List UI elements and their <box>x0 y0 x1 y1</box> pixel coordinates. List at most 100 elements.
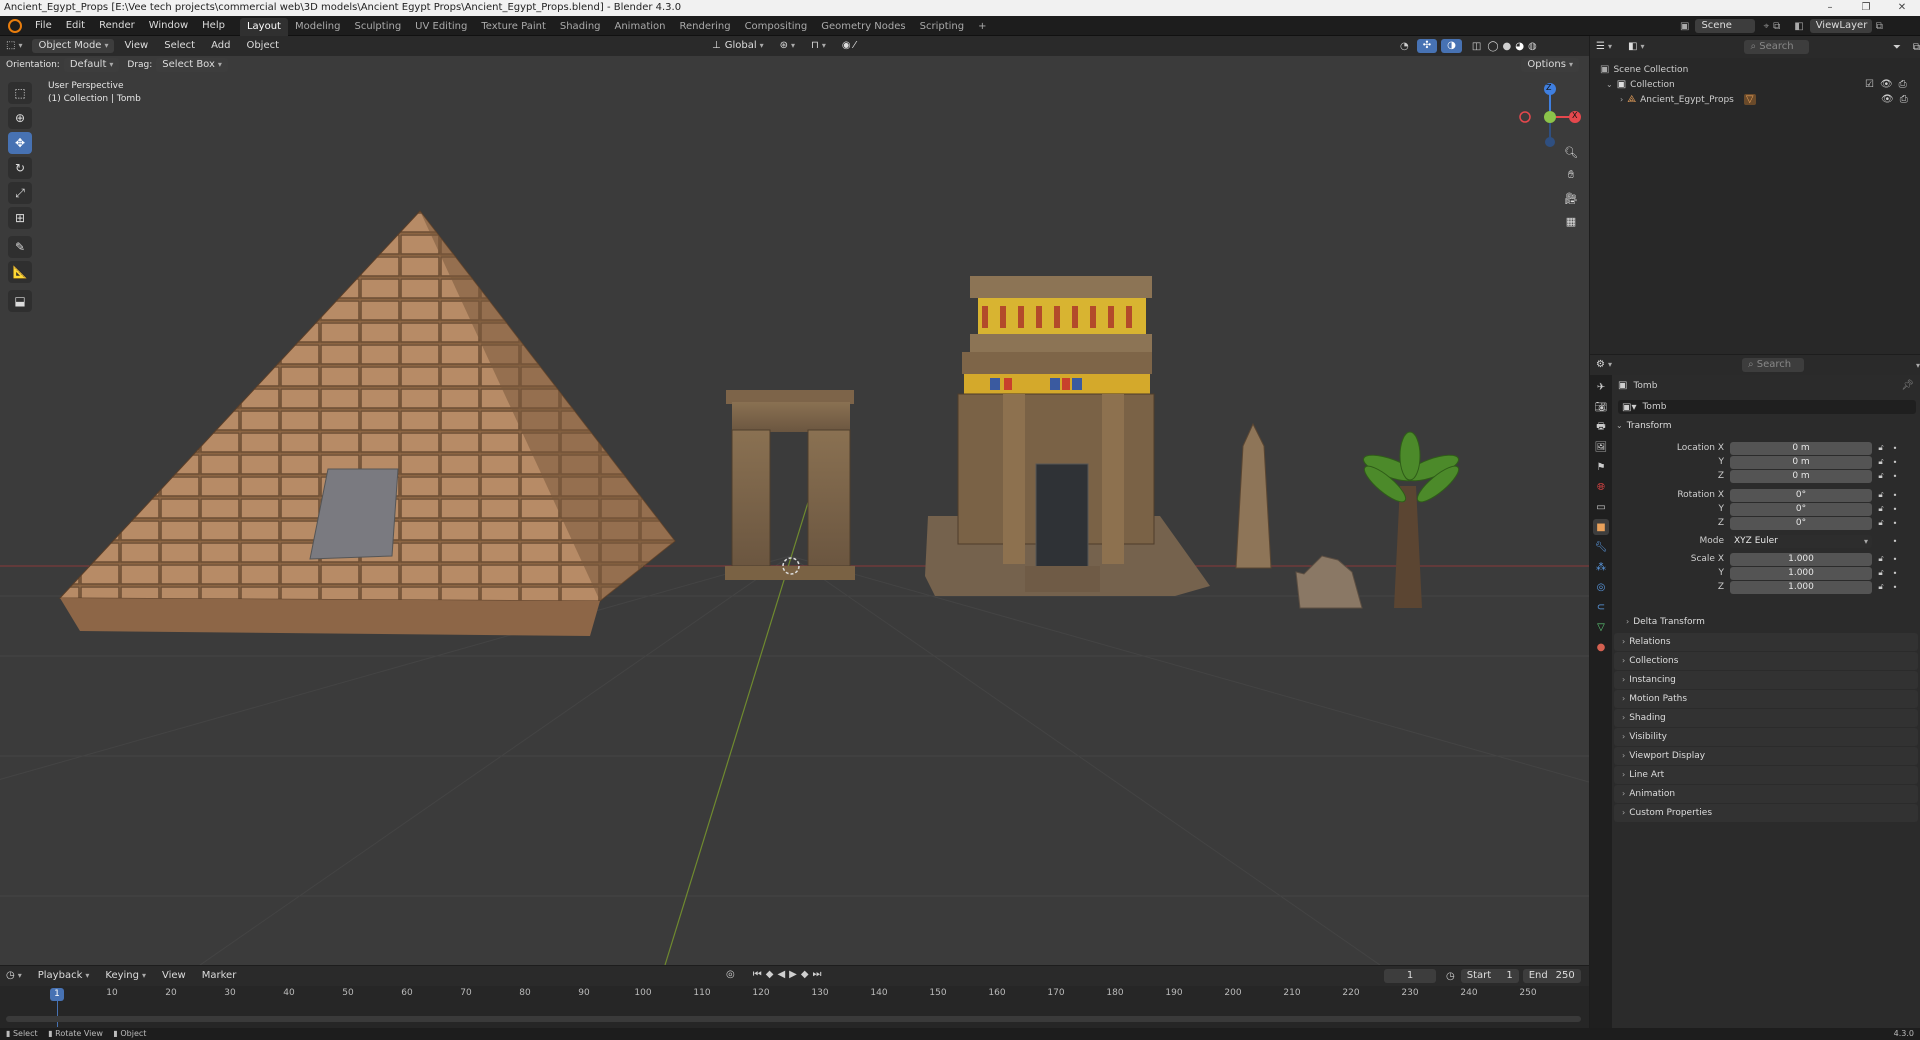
viewport-scene[interactable] <box>0 36 1589 965</box>
shading-material-icon[interactable]: ◕ <box>1515 41 1524 52</box>
shading-wireframe-icon[interactable]: ◯ <box>1487 41 1498 52</box>
select-menu[interactable]: Select <box>158 39 201 53</box>
material-tab-icon[interactable]: ● <box>1593 639 1609 655</box>
panel-instancing[interactable]: › Instancing <box>1614 671 1918 689</box>
camera-view-icon[interactable]: 🎥︎ <box>1561 188 1581 208</box>
transform-panel-header[interactable]: ⌄ Transform <box>1616 421 1671 431</box>
new-collection-icon[interactable]: ⧉ <box>1913 42 1920 53</box>
scale-z-field[interactable]: 1.000 <box>1730 580 1872 594</box>
workspace-tab-geometry-nodes[interactable]: Geometry Nodes <box>814 18 912 36</box>
panel-animation[interactable]: › Animation <box>1614 785 1918 803</box>
keyframe-dot-icon[interactable]: • <box>1890 583 1900 592</box>
workspace-tab-sculpting[interactable]: Sculpting <box>347 18 408 36</box>
transform-tool-icon[interactable]: ⊞ <box>8 207 32 229</box>
cursor-tool-icon[interactable]: ⊕ <box>8 107 32 129</box>
outliner-row-scene-collection[interactable]: ▣ Scene Collection <box>1600 62 1920 77</box>
workspace-tab-layout[interactable]: Layout <box>239 17 288 36</box>
filter-icon[interactable]: ⏷ <box>1893 42 1901 53</box>
3d-viewport[interactable]: ⬚ ▾ Object Mode ▾ View Select Add Object ⊥… <box>0 36 1589 965</box>
close-button[interactable]: ✕ <box>1884 0 1920 16</box>
lock-icon[interactable]: 🔓︎ <box>1876 582 1886 592</box>
editor-type-icon[interactable]: ⬚ ▾ <box>0 39 28 53</box>
workspace-tab-modeling[interactable]: Modeling <box>288 18 348 36</box>
palm-tree-object[interactable] <box>1360 431 1463 608</box>
pan-hand-icon[interactable]: ✋︎ <box>1561 165 1581 185</box>
overlay-toggle-icon[interactable]: ◑ <box>1441 39 1462 53</box>
tool-tab-icon[interactable]: ✈ <box>1593 379 1609 395</box>
view-menu[interactable]: View <box>118 39 154 53</box>
panel-viewport-display[interactable]: › Viewport Display <box>1614 747 1918 765</box>
add-cube-tool-icon[interactable]: ⬓ <box>8 290 32 312</box>
camera-icon[interactable]: ⎙ <box>1899 79 1907 90</box>
rotate-tool-icon[interactable]: ↻ <box>8 157 32 179</box>
outliner-search-field[interactable]: ⌕ Search <box>1744 40 1809 54</box>
object-menu[interactable]: Object <box>240 39 285 53</box>
outliner-editor-icon[interactable]: ☰ ▾ <box>1590 40 1618 54</box>
pin-icon[interactable]: ⌖ <box>1763 21 1769 32</box>
view-layer-tab-icon[interactable]: 🖼︎ <box>1593 439 1609 455</box>
maximize-button[interactable]: ❐ <box>1848 0 1884 16</box>
gizmo-toggle-icon[interactable]: ✣ <box>1416 39 1438 53</box>
menu-help[interactable]: Help <box>195 16 232 36</box>
camera-icon[interactable]: ⎙ <box>1900 94 1908 105</box>
panel-visibility[interactable]: › Visibility <box>1614 728 1918 746</box>
world-tab-icon[interactable]: 🌐︎ <box>1593 479 1609 495</box>
keyframe-dot-icon[interactable]: • <box>1890 491 1900 500</box>
keyframe-dot-icon[interactable]: • <box>1890 505 1900 514</box>
panel-line-art[interactable]: › Line Art <box>1614 766 1918 784</box>
keyframe-dot-icon[interactable]: • <box>1890 519 1900 528</box>
lock-icon[interactable]: 🔓︎ <box>1876 568 1886 578</box>
timeline-scrollbar[interactable] <box>6 1016 1581 1022</box>
shading-rendered-icon[interactable]: ◍ <box>1528 41 1537 52</box>
tomb-object[interactable] <box>925 276 1210 596</box>
visibility-icon[interactable]: ◔ <box>1400 41 1409 52</box>
drag-dropdown[interactable]: Select Box ▾ <box>156 58 228 72</box>
xray-icon[interactable]: ◫ <box>1472 41 1481 52</box>
new-viewlayer-icon[interactable]: ⧉ <box>1876 21 1883 32</box>
ortho-grid-icon[interactable]: ▦ <box>1561 211 1581 231</box>
scale-x-field[interactable]: 1.000 <box>1730 552 1872 566</box>
location-z-field[interactable]: 0 m <box>1730 469 1872 483</box>
transform-orientation-dropdown[interactable]: ⊥ Global ▾ <box>706 39 770 53</box>
orientation-dropdown[interactable]: Default ▾ <box>63 58 120 72</box>
expand-arrow-icon[interactable]: › <box>1620 95 1623 104</box>
render-tab-icon[interactable]: 📷︎ <box>1593 399 1609 415</box>
snap-icon[interactable]: ⊓ ▾ <box>805 39 832 53</box>
pivot-icon[interactable]: ⊛ ▾ <box>774 39 801 53</box>
pyramid-object[interactable] <box>58 210 676 636</box>
panel-collections[interactable]: › Collections <box>1614 652 1918 670</box>
move-tool-icon[interactable]: ✥ <box>8 132 32 154</box>
lock-icon[interactable]: 🔓︎ <box>1876 554 1886 564</box>
lock-icon[interactable]: 🔓︎ <box>1876 443 1886 453</box>
options-dropdown[interactable]: Options ▾ <box>1521 58 1579 72</box>
lock-icon[interactable]: 🔓︎ <box>1876 504 1886 514</box>
navigation-gizmo[interactable]: Z X <box>1515 80 1585 150</box>
exclude-checkbox-icon[interactable]: ☑ <box>1865 79 1874 90</box>
collection-tab-icon[interactable]: ▭ <box>1593 499 1609 515</box>
viewlayer-selector[interactable]: ViewLayer <box>1809 19 1872 33</box>
workspace-tab-shading[interactable]: Shading <box>553 18 608 36</box>
workspace-tab-rendering[interactable]: Rendering <box>672 18 737 36</box>
blender-logo-icon[interactable] <box>8 18 22 33</box>
panel-shading[interactable]: › Shading <box>1614 709 1918 727</box>
outliner-row-ancient-egypt-props[interactable]: › ⟁ Ancient_Egypt_Props ▽ 👁︎ ⎙ <box>1600 92 1920 107</box>
output-tab-icon[interactable]: 🖶︎ <box>1593 419 1609 435</box>
menu-window[interactable]: Window <box>142 16 195 36</box>
menu-render[interactable]: Render <box>92 16 142 36</box>
location-x-field[interactable]: 0 m <box>1730 441 1872 455</box>
eye-icon[interactable]: 👁︎ <box>1881 94 1894 105</box>
keyframe-dot-icon[interactable]: • <box>1890 537 1900 546</box>
minimize-button[interactable]: – <box>1812 0 1848 16</box>
select-tool-icon[interactable]: ⬚ <box>8 82 32 104</box>
expand-arrow-icon[interactable]: ⌄ <box>1606 80 1613 89</box>
zoom-icon[interactable]: 🔍︎ <box>1561 142 1581 162</box>
properties-options-icon[interactable]: ▾ <box>1916 361 1920 370</box>
panel-relations[interactable]: › Relations <box>1614 633 1918 651</box>
rotation-y-field[interactable]: 0° <box>1730 502 1872 516</box>
delta-transform-subpanel[interactable]: › Delta Transform <box>1626 617 1705 627</box>
constraints-tab-icon[interactable]: ⊂ <box>1593 599 1609 615</box>
eye-icon[interactable]: 👁︎ <box>1880 79 1893 90</box>
scale-tool-icon[interactable]: ⤢ <box>8 182 32 204</box>
rotation-mode-dropdown[interactable]: XYZ Euler ▾ <box>1730 534 1872 548</box>
location-y-field[interactable]: 0 m <box>1730 455 1872 469</box>
